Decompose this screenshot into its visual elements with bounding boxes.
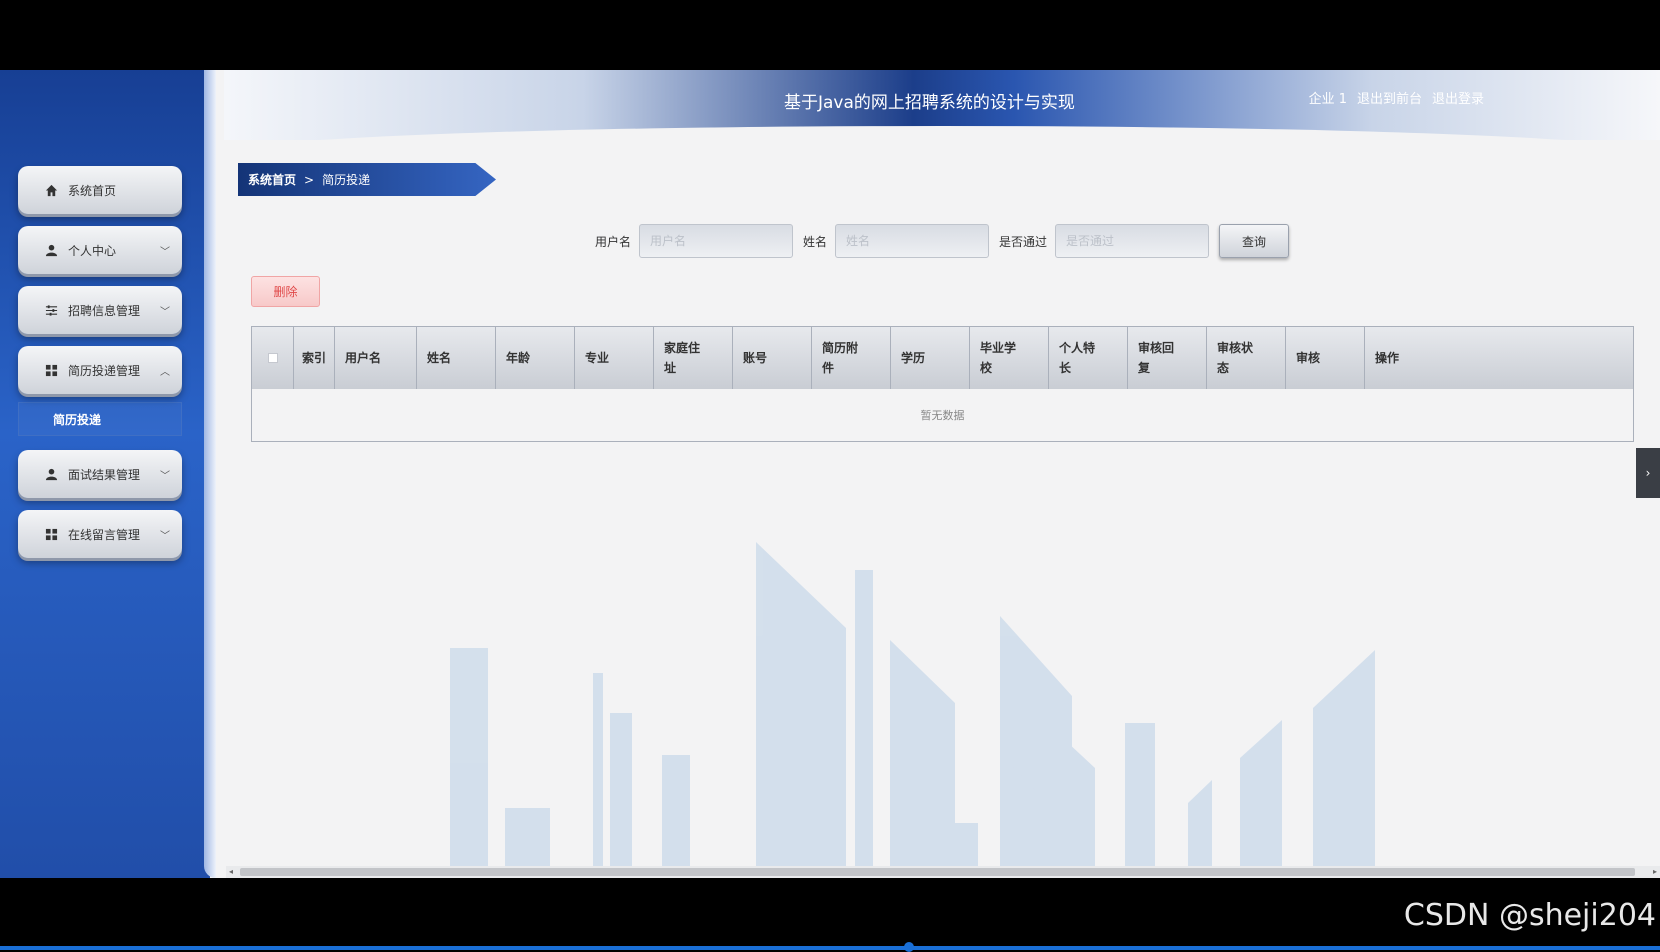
delete-button[interactable]: 删除 (251, 276, 320, 307)
sidebar-item-home[interactable]: 系统首页 (18, 166, 182, 214)
sidebar-item-label: 简历投递管理 (68, 363, 141, 378)
sidebar-item-interview-results[interactable]: 面试结果管理 ﹀ (18, 450, 182, 498)
logout-link[interactable]: 退出登录 (1432, 88, 1484, 107)
chevron-down-icon: ﹀ (160, 471, 170, 482)
column-header[interactable]: 审核状态 (1207, 327, 1286, 389)
scroll-right-arrow-icon[interactable]: ▸ (1653, 866, 1657, 878)
column-header[interactable]: 家庭住址 (654, 327, 733, 389)
column-header[interactable]: 索引 (294, 327, 335, 389)
username-label: 用户名 (595, 234, 632, 249)
sidebar-item-online-messages[interactable]: 在线留言管理 ﹀ (18, 510, 182, 558)
sidebar-item-label: 系统首页 (68, 183, 117, 198)
horizontal-scrollbar[interactable]: ◂ ▸ (226, 866, 1660, 878)
video-progress-bar[interactable] (0, 942, 1660, 952)
breadcrumb-current: 简历投递 (322, 173, 371, 187)
column-header[interactable]: 学历 (891, 327, 970, 389)
table-header: 索引 用户名 姓名 年龄 专业 家庭住址 账号 简历附件 学历 毕业学校 个人特… (252, 327, 1633, 389)
sidebar-subitem-resume-delivery[interactable]: 简历投递 (18, 402, 182, 436)
progress-knob[interactable] (904, 942, 914, 952)
sidebar: 系统首页 个人中心 ﹀ 招聘信息管理 ﹀ 简历投递管理 ︿ 简历投递 面试结果管… (0, 70, 216, 878)
app-frame: 系统首页 个人中心 ﹀ 招聘信息管理 ﹀ 简历投递管理 ︿ 简历投递 面试结果管… (0, 70, 1660, 878)
sidebar-item-resume-management[interactable]: 简历投递管理 ︿ (18, 346, 182, 394)
name-label: 姓名 (803, 234, 828, 249)
sidebar-item-label: 招聘信息管理 (68, 303, 141, 318)
query-button[interactable]: 查询 (1219, 224, 1290, 258)
chevron-right-icon: › (1645, 466, 1651, 480)
column-header[interactable]: 年龄 (496, 327, 575, 389)
search-bar: 用户名 姓名 是否通过 查询 (595, 224, 1290, 258)
passed-input[interactable] (1055, 224, 1210, 258)
column-header[interactable]: 个人特长 (1049, 327, 1128, 389)
column-header[interactable]: 审核 (1286, 327, 1365, 389)
sidebar-item-label: 面试结果管理 (68, 467, 141, 482)
user-icon (44, 467, 58, 481)
scroll-left-arrow-icon[interactable]: ◂ (229, 866, 233, 878)
sliders-icon (44, 303, 58, 317)
passed-label: 是否通过 (999, 234, 1048, 249)
back-to-front-link[interactable]: 退出到前台 (1357, 88, 1422, 107)
chevron-down-icon: ﹀ (160, 531, 170, 542)
scrollbar-thumb[interactable] (240, 868, 1635, 876)
column-header[interactable]: 账号 (733, 327, 812, 389)
top-header: 基于Java的网上招聘系统的设计与实现 企业 1 退出到前台 退出登录 (224, 70, 1660, 154)
chevron-down-icon: ﹀ (160, 307, 170, 318)
select-all-checkbox[interactable] (267, 353, 278, 363)
sidebar-item-label: 在线留言管理 (68, 527, 141, 542)
user-icon (44, 243, 58, 257)
column-header[interactable]: 毕业学校 (970, 327, 1049, 389)
column-header[interactable]: 姓名 (417, 327, 496, 389)
username-input[interactable] (639, 224, 794, 258)
grid-icon (44, 527, 58, 541)
user-links: 企业 1 退出到前台 退出登录 (1309, 88, 1484, 107)
column-header[interactable]: 专业 (575, 327, 654, 389)
chevron-up-icon: ︿ (160, 367, 170, 378)
grid-icon (44, 363, 58, 377)
data-table: 索引 用户名 姓名 年龄 专业 家庭住址 账号 简历附件 学历 毕业学校 个人特… (251, 326, 1634, 442)
sidebar-menu: 系统首页 个人中心 ﹀ 招聘信息管理 ﹀ 简历投递管理 ︿ 简历投递 面试结果管… (18, 166, 182, 570)
watermark: CSDN @sheji204 (1403, 898, 1656, 933)
sidebar-item-personal-center[interactable]: 个人中心 ﹀ (18, 226, 182, 274)
sidebar-item-label: 个人中心 (68, 243, 117, 258)
breadcrumb: 系统首页 > 简历投递 (238, 163, 496, 196)
name-input[interactable] (835, 224, 990, 258)
table-empty-state: 暂无数据 (252, 389, 1633, 441)
breadcrumb-home[interactable]: 系统首页 (248, 171, 296, 188)
skyline-background (450, 542, 1375, 878)
page-title: 基于Java的网上招聘系统的设计与实现 (784, 93, 1075, 113)
chevron-down-icon: ﹀ (160, 247, 170, 258)
column-header[interactable]: 操作 (1365, 327, 1633, 389)
sidebar-item-job-info[interactable]: 招聘信息管理 ﹀ (18, 286, 182, 334)
home-icon (44, 183, 58, 197)
right-drawer-toggle[interactable]: › (1636, 448, 1660, 498)
select-all-checkbox-cell (252, 327, 294, 389)
current-user: 企业 1 (1308, 92, 1347, 107)
column-header[interactable]: 简历附件 (812, 327, 891, 389)
breadcrumb-separator: > (304, 172, 315, 187)
column-header[interactable]: 审核回复 (1128, 327, 1207, 389)
column-header[interactable]: 用户名 (335, 327, 417, 389)
